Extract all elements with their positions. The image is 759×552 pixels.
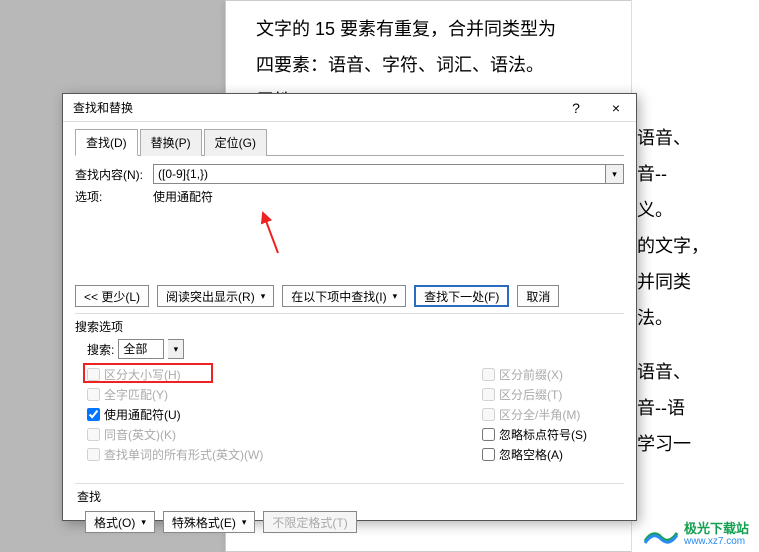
- checkbox-ignore-space-input[interactable]: [482, 448, 495, 461]
- search-options-label: 搜索选项: [75, 318, 624, 335]
- find-replace-dialog: 查找和替换 ? × 查找(D) 替换(P) 定位(G) 查找内容(N): ▾ 选…: [62, 93, 637, 521]
- find-format-section: 查找 格式(O) 特殊格式(E) 不限定格式(T): [75, 483, 624, 533]
- checkbox-label: 忽略空格(A): [499, 446, 563, 463]
- checkbox-ignore-punct[interactable]: 忽略标点符号(S): [482, 425, 587, 443]
- checkbox-wildcards[interactable]: 使用通配符(U): [87, 405, 482, 423]
- close-icon: ×: [612, 100, 620, 116]
- doc-fragment: 的文字，: [637, 228, 754, 264]
- cancel-button[interactable]: 取消: [517, 285, 559, 307]
- checkbox-label: 查找单词的所有形式(英文)(W): [104, 446, 263, 463]
- checkbox-label: 使用通配符(U): [104, 406, 181, 423]
- checkbox-label: 同音(英文)(K): [104, 426, 176, 443]
- checkbox-match-case-input: [87, 368, 100, 381]
- options-label: 选项:: [75, 188, 153, 205]
- options-row: 选项: 使用通配符: [75, 188, 624, 205]
- less-options-button[interactable]: << 更少(L): [75, 285, 149, 307]
- separator: [75, 313, 624, 314]
- find-section-label: 查找: [77, 488, 624, 505]
- dialog-titlebar[interactable]: 查找和替换 ? ×: [63, 94, 636, 122]
- special-format-button[interactable]: 特殊格式(E): [163, 511, 256, 533]
- checkbox-word-forms-input: [87, 448, 100, 461]
- find-history-dropdown[interactable]: ▾: [606, 164, 624, 184]
- tab-find[interactable]: 查找(D): [75, 129, 138, 156]
- tab-replace[interactable]: 替换(P): [140, 129, 202, 156]
- search-direction-label: 搜索:: [87, 341, 114, 358]
- chevron-down-icon: ▾: [612, 169, 617, 180]
- checkbox-sounds-like-input: [87, 428, 100, 441]
- options-value: 使用通配符: [153, 188, 213, 205]
- checkbox-whole-word-input: [87, 388, 100, 401]
- doc-fragment: 语音、: [637, 354, 754, 390]
- find-next-button[interactable]: 查找下一处(F): [414, 285, 509, 307]
- search-in-button[interactable]: 在以下项中查找(I): [282, 285, 406, 307]
- tab-bar: 查找(D) 替换(P) 定位(G): [75, 128, 624, 156]
- doc-fragment: 语音、: [637, 120, 754, 156]
- watermark-url: www.xz7.com: [684, 536, 749, 547]
- chevron-down-icon: ▾: [174, 344, 179, 355]
- checkbox-label: 区分全/半角(M): [499, 406, 580, 423]
- doc-fragment: 音--语: [637, 390, 754, 426]
- checkbox-label: 全字匹配(Y): [104, 386, 168, 403]
- checkbox-prefix: 区分前缀(X): [482, 365, 587, 383]
- checkbox-word-forms: 查找单词的所有形式(英文)(W): [87, 445, 482, 463]
- find-row: 查找内容(N): ▾: [75, 164, 624, 184]
- checkbox-label: 区分后缀(T): [499, 386, 562, 403]
- watermark-name: 极光下载站: [684, 522, 749, 536]
- doc-line: 四要素：语音、字符、词汇、语法。: [256, 47, 674, 83]
- checkbox-col-left: 区分大小写(H) 全字匹配(Y) 使用通配符(U) 同音(英文)(K) 查找单词…: [87, 365, 482, 463]
- checkbox-full-half-input: [482, 408, 495, 421]
- checkbox-ignore-space[interactable]: 忽略空格(A): [482, 445, 587, 463]
- checkbox-label: 忽略标点符号(S): [499, 426, 587, 443]
- find-label: 查找内容(N):: [75, 166, 153, 183]
- checkbox-whole-word: 全字匹配(Y): [87, 385, 482, 403]
- checkbox-full-half: 区分全/半角(M): [482, 405, 587, 423]
- checkbox-grid: 区分大小写(H) 全字匹配(Y) 使用通配符(U) 同音(英文)(K) 查找单词…: [87, 365, 624, 463]
- doc-fragment: 学习一: [637, 426, 754, 462]
- search-direction-row: 搜索: 全部 ▾: [87, 339, 624, 359]
- checkbox-label: 区分大小写(H): [104, 366, 181, 383]
- checkbox-sounds-like: 同音(英文)(K): [87, 425, 482, 443]
- doc-line: 文字的 15 要素有重复，合并同类型为: [256, 11, 674, 47]
- dialog-body: 查找(D) 替换(P) 定位(G) 查找内容(N): ▾ 选项: 使用通配符: [63, 122, 636, 543]
- format-button[interactable]: 格式(O): [85, 511, 155, 533]
- doc-fragment: 义。: [637, 192, 754, 228]
- checkbox-wildcards-input[interactable]: [87, 408, 100, 421]
- watermark-logo-icon: [643, 523, 679, 545]
- checkbox-ignore-punct-input[interactable]: [482, 428, 495, 441]
- checkbox-suffix: 区分后缀(T): [482, 385, 587, 403]
- tab-goto[interactable]: 定位(G): [204, 129, 267, 156]
- checkbox-col-right: 区分前缀(X) 区分后缀(T) 区分全/半角(M) 忽略标点符号(S) 忽略空格…: [482, 365, 587, 463]
- search-direction-select[interactable]: 全部: [118, 339, 164, 359]
- watermark: 极光下载站 www.xz7.com: [643, 522, 749, 547]
- checkbox-suffix-input: [482, 388, 495, 401]
- checkbox-match-case: 区分大小写(H): [87, 365, 482, 383]
- find-input[interactable]: [153, 164, 606, 184]
- no-format-button: 不限定格式(T): [263, 511, 356, 533]
- separator: [75, 483, 624, 484]
- dialog-title: 查找和替换: [73, 99, 556, 116]
- reading-highlight-button[interactable]: 阅读突出显示(R): [157, 285, 274, 307]
- close-button[interactable]: ×: [596, 94, 636, 122]
- help-icon: ?: [572, 100, 580, 116]
- checkbox-label: 区分前缀(X): [499, 366, 563, 383]
- doc-fragment: 并同类: [637, 264, 754, 300]
- watermark-text: 极光下载站 www.xz7.com: [684, 522, 749, 547]
- search-direction-dropdown[interactable]: ▾: [168, 339, 184, 359]
- help-button[interactable]: ?: [556, 94, 596, 122]
- doc-fragment: 法。: [637, 300, 754, 336]
- annotation-arrow: [258, 208, 298, 258]
- checkbox-prefix-input: [482, 368, 495, 381]
- format-buttons-row: 格式(O) 特殊格式(E) 不限定格式(T): [85, 511, 624, 533]
- action-button-row: << 更少(L) 阅读突出显示(R) 在以下项中查找(I) 查找下一处(F) 取…: [75, 285, 624, 307]
- doc-fragment: 音--: [637, 156, 754, 192]
- doc-right-fragment: 语音、 音-- 义。 的文字， 并同类 法。 语音、 音--语 学习一: [631, 0, 759, 552]
